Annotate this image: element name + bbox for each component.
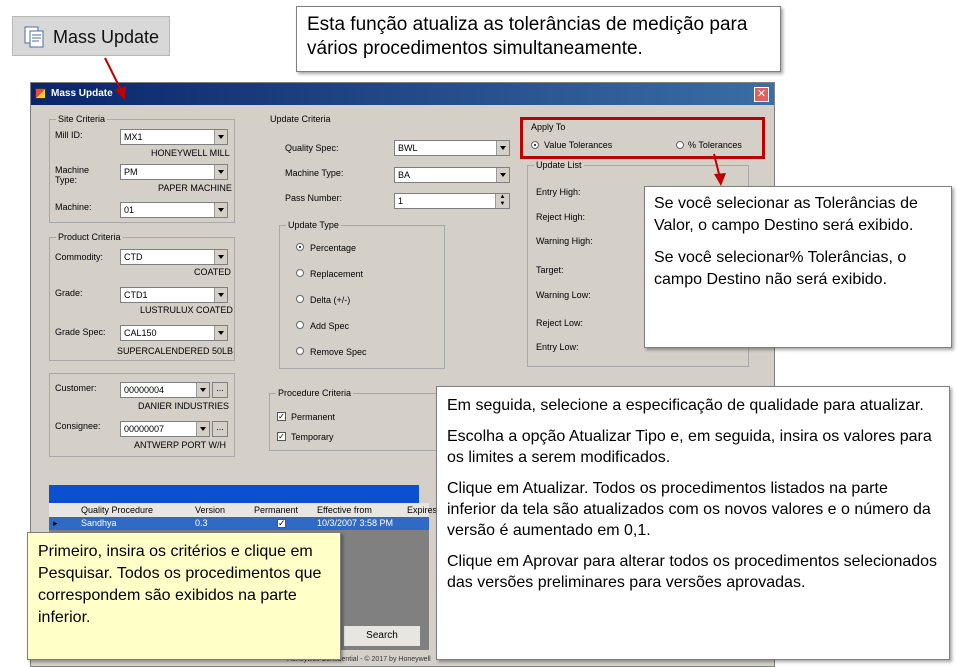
callout-right-text-1: Se você selecionar as Tolerâncias de Val… bbox=[654, 195, 918, 234]
callout-top: Esta função atualiza as tolerâncias de m… bbox=[296, 6, 781, 72]
callout-right-text-2: Se você selecionar% Tolerâncias, o campo… bbox=[654, 249, 907, 288]
callout-bottom-left: Primeiro, insira os critérios e clique e… bbox=[27, 532, 341, 660]
callout-top-text: Esta função atualiza as tolerâncias de m… bbox=[307, 14, 748, 59]
arrowhead-apply bbox=[714, 173, 726, 186]
arrowhead-toolbar bbox=[115, 86, 126, 100]
callout-right: Se você selecionar as Tolerâncias de Val… bbox=[644, 186, 952, 348]
callout-br-text-3: Clique em Atualizar. Todos os procedimen… bbox=[447, 480, 931, 539]
callout-bottom-right: Em seguida, selecione a especificação de… bbox=[436, 386, 950, 660]
arrow-toolbar-to-window bbox=[104, 57, 123, 93]
callout-bl-text: Primeiro, insira os critérios e clique e… bbox=[38, 543, 322, 626]
callout-br-text-4: Clique em Aprovar para alterar todos os … bbox=[447, 553, 938, 591]
callout-br-text-2: Escolha a opção Atualizar Tipo e, em seg… bbox=[447, 428, 932, 466]
callout-br-text-1: Em seguida, selecione a especificação de… bbox=[447, 397, 924, 414]
